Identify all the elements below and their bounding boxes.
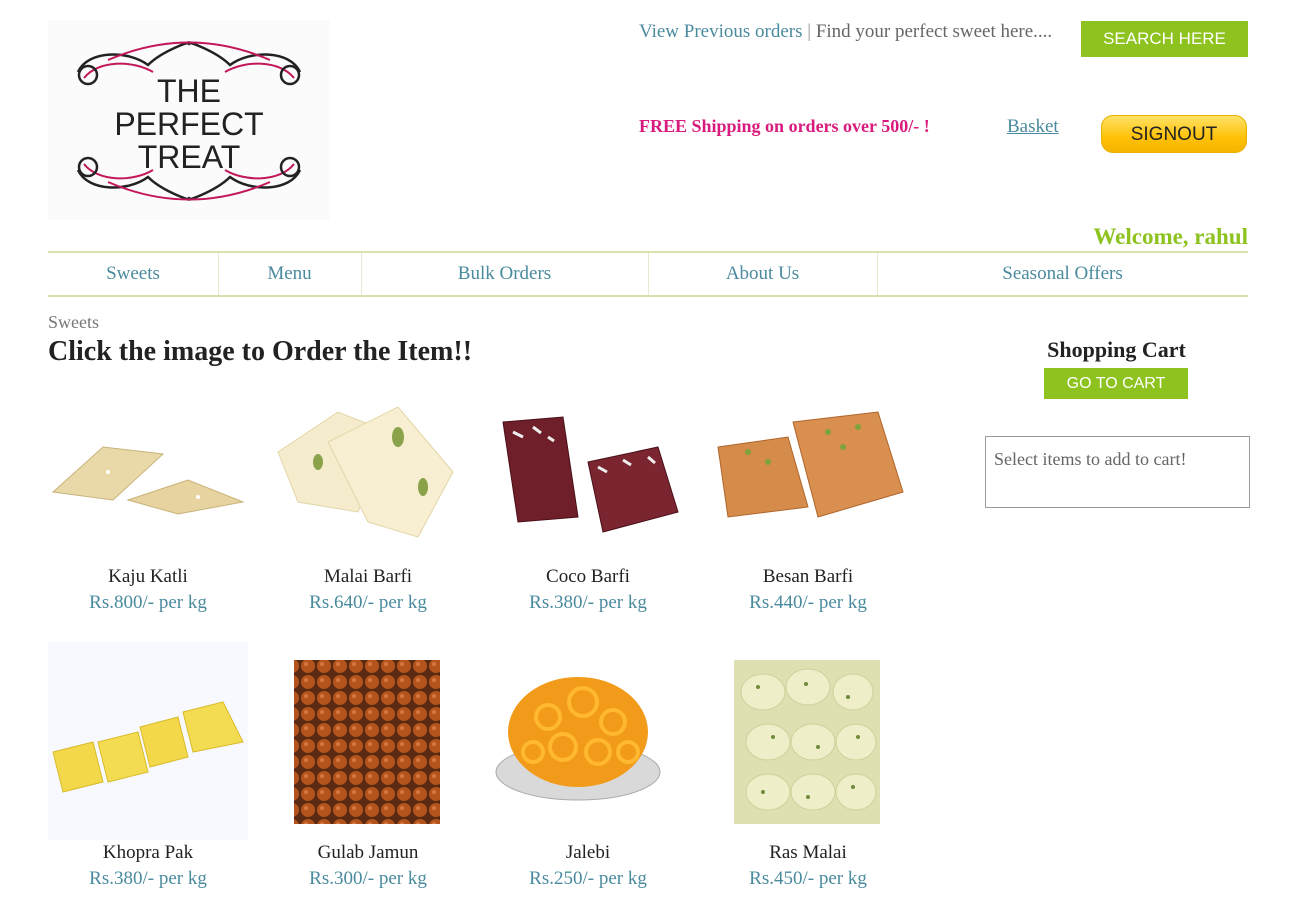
search-prompt: Find your perfect sweet here.... [815, 21, 1053, 42]
product-name: Besan Barfi [762, 566, 854, 587]
logo-text-line2: PERFECT [114, 106, 263, 142]
breadcrumb: Sweets [48, 312, 99, 332]
site-logo[interactable]: THE PERFECT TREAT [48, 20, 330, 220]
product-price: Rs.250/- per kg [529, 868, 647, 889]
product-price: Rs.380/- per kg [529, 592, 647, 613]
product-name: Ras Malai [769, 842, 847, 863]
basket-link[interactable]: Basket [1007, 116, 1097, 138]
product-name: Jalebi [565, 842, 611, 863]
shopping-cart-title: Shopping Cart [1047, 337, 1186, 362]
product-card: Besan Barfi Rs.440/- per kg [708, 392, 908, 614]
page-title: Click the image to Order the Item!! [48, 336, 473, 367]
product-card: Kaju Katli Rs.800/- per kg [48, 392, 248, 614]
product-image-khopra-pak[interactable] [48, 642, 248, 840]
product-image-kaju-katli[interactable] [48, 392, 248, 552]
top-links: View Previous orders | Find your perfect… [639, 21, 1052, 43]
product-price: Rs.640/- per kg [309, 592, 427, 613]
product-card: Jalebi Rs.250/- per kg [488, 642, 688, 890]
product-price: Rs.450/- per kg [749, 868, 867, 889]
product-image-coco-barfi[interactable] [488, 392, 688, 552]
product-price: Rs.300/- per kg [309, 868, 427, 889]
product-image-besan-barfi[interactable] [708, 392, 908, 552]
free-shipping-banner: FREE Shipping on orders over 500/- ! [639, 116, 930, 136]
nav-item-sweets[interactable]: Sweets [48, 253, 219, 295]
nav-item-bulk-orders[interactable]: Bulk Orders [361, 253, 649, 295]
product-card: Coco Barfi Rs.380/- per kg [488, 392, 688, 614]
view-previous-orders-link[interactable]: View Previous orders [639, 21, 803, 42]
product-card: Gulab Jamun Rs.300/- per kg [268, 642, 468, 890]
nav-item-about-us[interactable]: About Us [648, 253, 878, 295]
product-name: Khopra Pak [102, 842, 194, 863]
product-image-ras-malai[interactable] [708, 642, 908, 840]
product-name: Malai Barfi [323, 566, 413, 587]
product-price: Rs.380/- per kg [89, 868, 207, 889]
product-image-malai-barfi[interactable] [268, 392, 468, 552]
cart-empty-message: Select items to add to cart! [994, 449, 1187, 469]
welcome-message: Welcome, rahul [1093, 224, 1248, 249]
product-name: Coco Barfi [546, 566, 630, 587]
cart-contents-box: Select items to add to cart! [985, 436, 1250, 508]
link-separator: | [807, 21, 812, 42]
nav-item-seasonal-offers[interactable]: Seasonal Offers [877, 253, 1248, 295]
logo-text-line1: THE [157, 73, 221, 109]
product-card: Ras Malai Rs.450/- per kg [708, 642, 908, 890]
product-price: Rs.440/- per kg [749, 592, 867, 613]
product-price: Rs.800/- per kg [89, 592, 207, 613]
product-name: Gulab Jamun [317, 842, 419, 863]
main-nav: Sweets Menu Bulk Orders About Us Seasona… [48, 251, 1248, 297]
product-card: Khopra Pak Rs.380/- per kg [48, 642, 248, 890]
product-image-gulab-jamun[interactable] [268, 642, 468, 840]
product-card: Malai Barfi Rs.640/- per kg [268, 392, 468, 614]
logo-text-line3: TREAT [138, 139, 241, 175]
nav-item-menu[interactable]: Menu [218, 253, 362, 295]
go-to-cart-button[interactable]: GO TO CART [1044, 368, 1188, 399]
signout-button[interactable]: SIGNOUT [1101, 115, 1247, 153]
search-button[interactable]: SEARCH HERE [1081, 21, 1248, 57]
product-image-jalebi[interactable] [488, 642, 688, 840]
product-name: Kaju Katli [108, 566, 188, 587]
